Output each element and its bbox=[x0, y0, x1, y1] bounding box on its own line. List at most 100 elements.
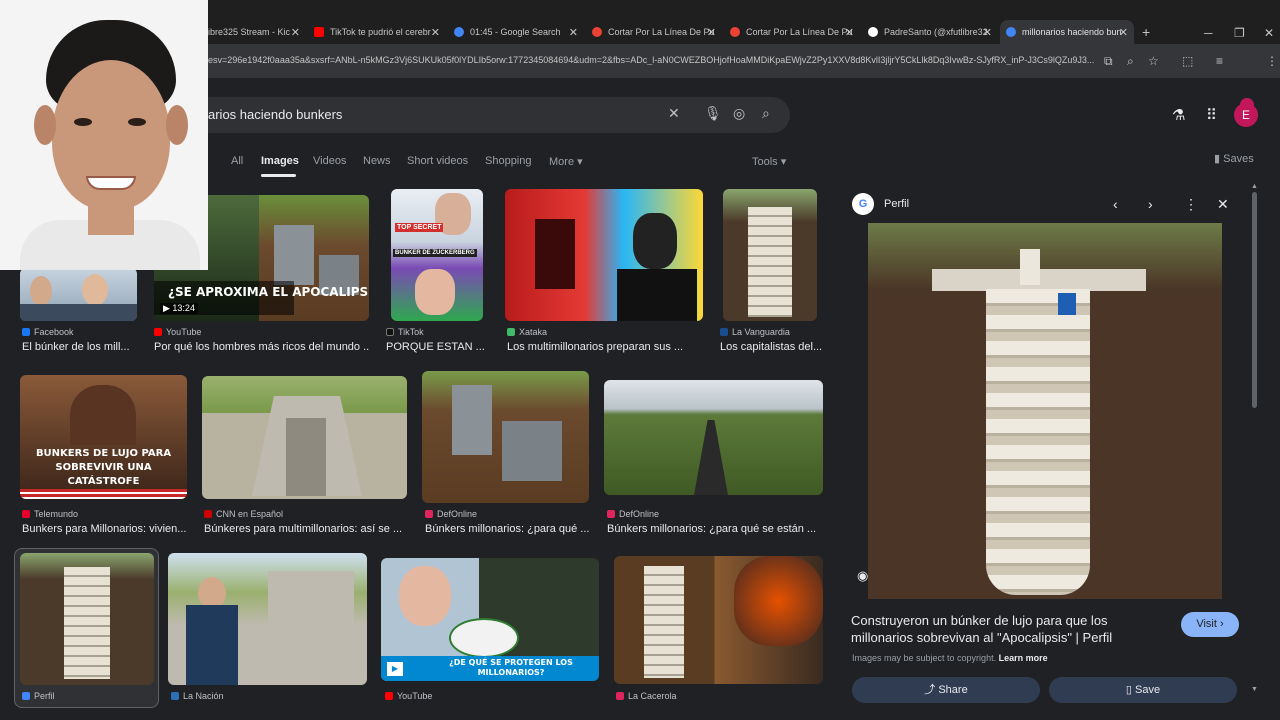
browser-tab-6[interactable]: PadreSanto (@xfutlibre32 ✕ bbox=[868, 22, 992, 42]
tab-short-videos[interactable]: Short videos bbox=[407, 155, 468, 167]
result-source-10[interactable]: Perfil bbox=[22, 691, 55, 701]
panel-title[interactable]: Construyeron un búnker de lujo para que … bbox=[851, 612, 1171, 646]
close-icon[interactable]: ✕ bbox=[845, 26, 854, 39]
search-box[interactable]: arios haciendo bunkers ✕ 🎙 ◎ ⌕ bbox=[190, 97, 790, 133]
tab-more[interactable]: More ▾ bbox=[549, 155, 583, 168]
result-source-5[interactable]: La Vanguardia bbox=[720, 327, 790, 337]
browser-tab-2[interactable]: TikTok te pudrió el cerebr ✕ bbox=[314, 22, 440, 42]
stripe-graphic bbox=[20, 489, 187, 499]
window-close-icon[interactable]: ✕ bbox=[1264, 26, 1274, 40]
result-image-7[interactable] bbox=[202, 376, 407, 499]
result-caption-1[interactable]: El búnker de los mill... bbox=[22, 341, 140, 353]
close-icon[interactable]: ✕ bbox=[1119, 26, 1128, 39]
zoom-icon[interactable]: ⌕ bbox=[1127, 54, 1134, 69]
bunker-structure-graphic bbox=[274, 225, 314, 285]
lacacerola-icon bbox=[616, 692, 624, 700]
result-caption-5[interactable]: Los capitalistas del... bbox=[720, 341, 822, 353]
account-avatar[interactable]: E bbox=[1234, 103, 1258, 127]
result-source-12[interactable]: YouTube bbox=[385, 691, 432, 701]
search-input[interactable]: arios haciendo bunkers bbox=[208, 107, 342, 122]
apps-icon[interactable]: ⠿ bbox=[1206, 106, 1217, 124]
close-icon[interactable]: ✕ bbox=[707, 26, 716, 39]
translate-icon[interactable]: ⧉ bbox=[1104, 54, 1113, 69]
result-source-9[interactable]: DefOnline bbox=[607, 509, 659, 519]
scroll-up-icon[interactable]: ▲ bbox=[1251, 183, 1258, 190]
result-caption-7[interactable]: Búnkeres para multimillonarios: así se .… bbox=[204, 523, 409, 535]
browser-tab-3[interactable]: 01:45 - Google Search ✕ bbox=[454, 22, 578, 42]
url-field[interactable]: esv=296e1942f0aaa35a&sxsrf=ANbL-n5kMGz3V… bbox=[208, 55, 1098, 65]
share-button[interactable]: ⤴ Share bbox=[852, 677, 1040, 703]
result-image-10[interactable] bbox=[20, 553, 154, 685]
result-source-7[interactable]: CNN en Español bbox=[204, 509, 283, 519]
chevron-right-icon[interactable]: › bbox=[1148, 196, 1153, 212]
source-name: Telemundo bbox=[34, 509, 79, 519]
tools-button[interactable]: Tools ▾ bbox=[752, 155, 786, 168]
close-icon[interactable]: ✕ bbox=[569, 26, 578, 39]
result-source-4[interactable]: Xataka bbox=[507, 327, 547, 337]
result-image-11[interactable] bbox=[168, 553, 367, 685]
new-tab-button[interactable]: + bbox=[1142, 22, 1156, 42]
tunnel-graphic bbox=[535, 219, 575, 289]
lens-search-icon[interactable]: ◉ bbox=[857, 568, 868, 584]
mic-icon[interactable]: 🎙 bbox=[704, 105, 722, 122]
learn-more-link[interactable]: Learn more bbox=[999, 653, 1048, 663]
browser-tab-active[interactable]: millonarios haciendo bun ✕ bbox=[1000, 20, 1134, 44]
result-caption-6[interactable]: Bunkers para Millonarios: vivien... bbox=[22, 523, 187, 535]
result-image-3[interactable]: TOP SECRET BUNKER DE ZUCKERBERG bbox=[391, 189, 483, 321]
browser-tab-5[interactable]: Cortar Por La Línea De Pu ✕ bbox=[730, 22, 854, 42]
browser-tab-4[interactable]: Cortar Por La Línea De Pu ✕ bbox=[592, 22, 716, 42]
result-image-13[interactable] bbox=[614, 556, 823, 684]
result-caption-8[interactable]: Búnkers millonarios: ¿para qué ... bbox=[425, 523, 590, 535]
result-caption-2[interactable]: Por qué los hombres más ricos del mundo … bbox=[154, 341, 369, 353]
close-icon[interactable]: ✕ bbox=[431, 26, 440, 39]
result-caption-4[interactable]: Los multimillonarios preparan sus ... bbox=[507, 341, 703, 353]
preview-image[interactable] bbox=[868, 223, 1222, 599]
silo-cutaway-graphic bbox=[986, 289, 1090, 595]
browser-tab-1[interactable]: ibre325 Stream - Kic ✕ bbox=[208, 22, 300, 42]
result-source-3[interactable]: TikTok bbox=[386, 327, 424, 337]
minimize-icon[interactable]: ─ bbox=[1204, 26, 1213, 40]
close-icon[interactable]: ✕ bbox=[983, 26, 992, 39]
panel-source[interactable]: Perfil bbox=[884, 198, 909, 210]
maximize-icon[interactable]: ❐ bbox=[1234, 26, 1245, 40]
result-image-1[interactable] bbox=[20, 268, 137, 321]
tab-all[interactable]: All bbox=[231, 155, 243, 167]
close-icon[interactable]: ✕ bbox=[291, 26, 300, 39]
star-icon[interactable]: ☆ bbox=[1148, 54, 1159, 68]
chevron-right-icon: › bbox=[1219, 618, 1224, 630]
result-image-12[interactable]: ¿DE QUÉ SE PROTEGEN LOS MILLONARIOS? ▶ bbox=[381, 558, 599, 681]
result-image-4[interactable] bbox=[505, 189, 703, 321]
result-image-9[interactable] bbox=[604, 380, 823, 495]
result-source-6[interactable]: Telemundo bbox=[22, 509, 78, 519]
tab-shopping[interactable]: Shopping bbox=[485, 155, 532, 167]
lens-icon[interactable]: ◎ bbox=[733, 105, 745, 122]
tab-images[interactable]: Images bbox=[261, 155, 299, 167]
search-icon[interactable]: ⌕ bbox=[762, 105, 770, 122]
extensions-icon[interactable]: ⬚ bbox=[1182, 54, 1193, 68]
scrollbar-thumb[interactable] bbox=[1252, 192, 1257, 408]
scroll-down-icon[interactable]: ▼ bbox=[1251, 686, 1258, 693]
tab-videos[interactable]: Videos bbox=[313, 155, 346, 167]
result-source-2[interactable]: YouTube bbox=[154, 327, 201, 337]
result-source-13[interactable]: La Cacerola bbox=[616, 691, 677, 701]
result-image-6[interactable]: BUNKERS DE LUJO PARA SOBREVIVIR UNA CATÁ… bbox=[20, 375, 187, 499]
result-source-1[interactable]: Facebook bbox=[22, 327, 74, 337]
result-caption-9[interactable]: Búnkers millonarios: ¿para qué se están … bbox=[607, 523, 823, 535]
result-source-11[interactable]: La Nación bbox=[171, 691, 224, 701]
media-icon[interactable]: ≡ bbox=[1216, 54, 1223, 68]
tab-news[interactable]: News bbox=[363, 155, 391, 167]
menu-icon[interactable]: ⋮ bbox=[1266, 54, 1278, 68]
save-button[interactable]: ▯ Save bbox=[1049, 677, 1237, 703]
result-caption-3[interactable]: PORQUE ESTAN ... bbox=[386, 341, 486, 353]
result-image-5[interactable] bbox=[723, 189, 817, 321]
source-name: Facebook bbox=[34, 327, 74, 337]
saves-button[interactable]: ▮ Saves bbox=[1214, 152, 1254, 165]
more-vert-icon[interactable]: ⋮ bbox=[1184, 196, 1198, 213]
close-icon[interactable]: ✕ bbox=[1217, 196, 1229, 213]
result-source-8[interactable]: DefOnline bbox=[425, 509, 477, 519]
clear-icon[interactable]: ✕ bbox=[668, 105, 680, 122]
labs-icon[interactable]: ⚗ bbox=[1172, 106, 1185, 124]
visit-button[interactable]: Visit › bbox=[1181, 612, 1239, 637]
result-image-8[interactable] bbox=[422, 371, 589, 503]
chevron-left-icon[interactable]: ‹ bbox=[1113, 196, 1118, 212]
